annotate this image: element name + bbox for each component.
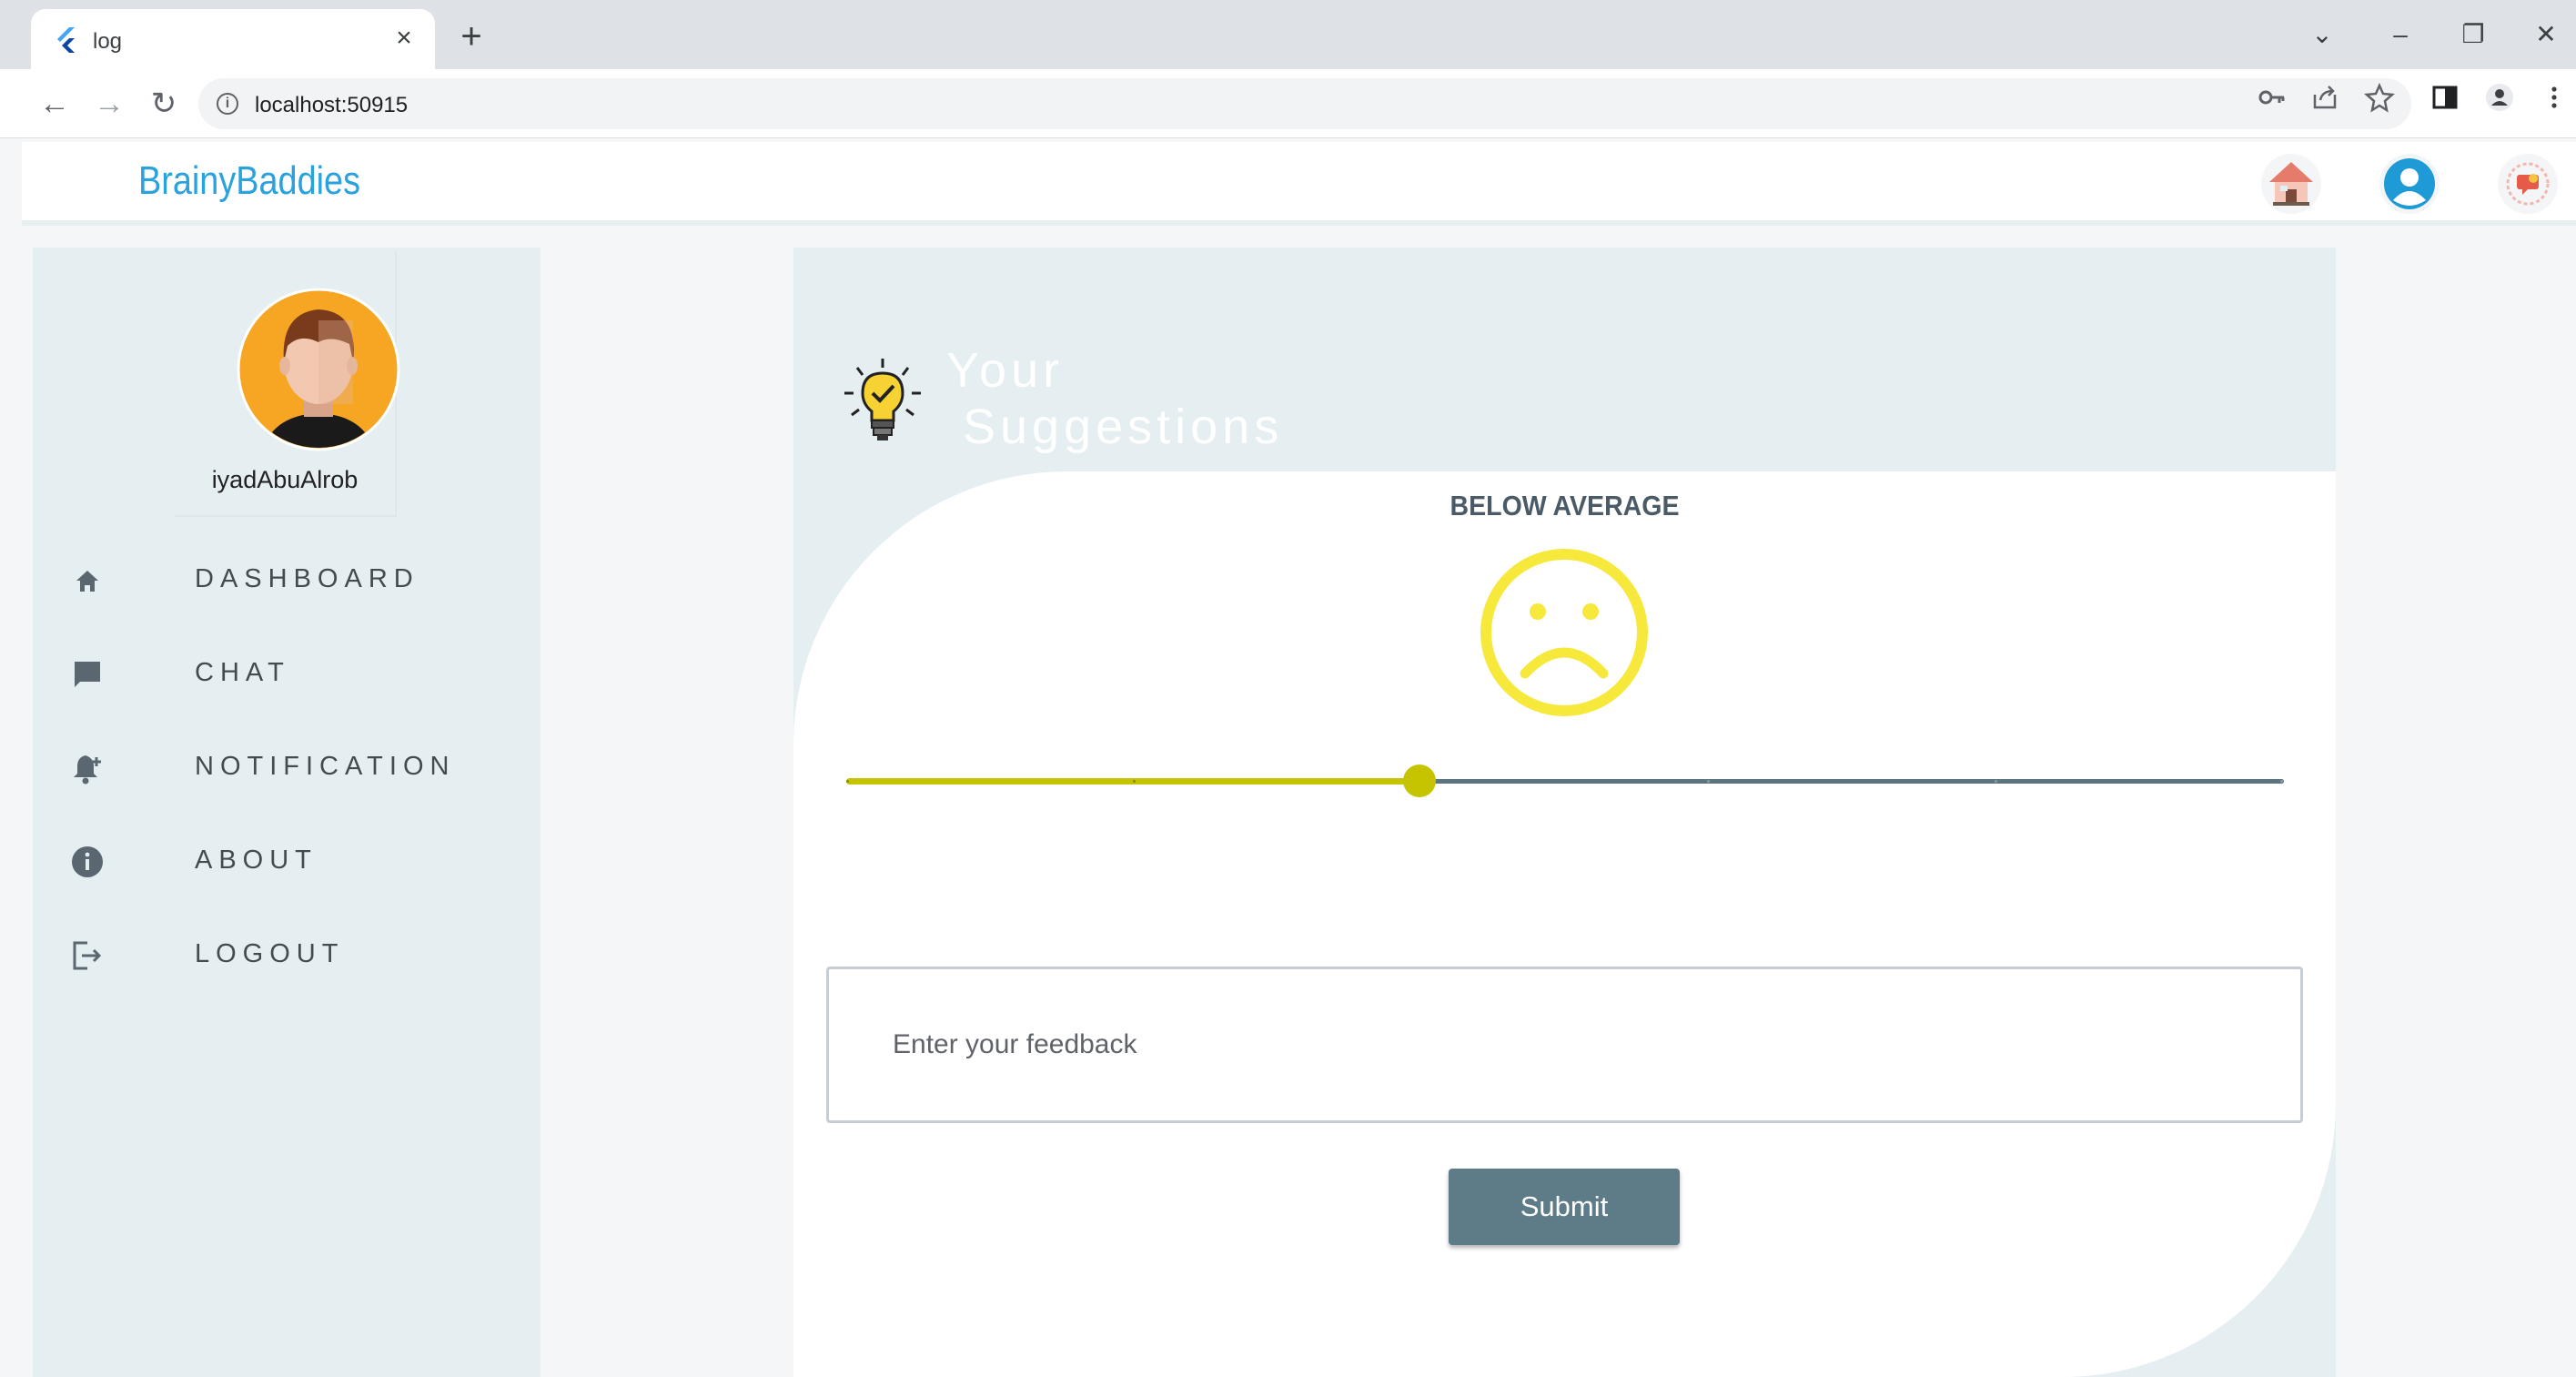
sidebar-item-label: LOGOUT [195, 939, 345, 968]
address-bar[interactable]: i localhost:50915 [198, 78, 2411, 129]
sidebar-item-logout[interactable]: LOGOUT [69, 926, 524, 981]
chat-badge-icon[interactable] [2497, 153, 2559, 215]
browser-tab-strip: log × + ⌄ – ❐ ✕ [0, 0, 2576, 69]
new-tab-button[interactable]: + [451, 16, 491, 56]
sidebar-item-chat[interactable]: CHAT [69, 645, 524, 700]
info-icon [72, 846, 103, 877]
close-window-button[interactable]: ✕ [2519, 13, 2573, 56]
avatar[interactable] [237, 288, 400, 451]
slider-tick [846, 780, 849, 783]
sidebar-item-label: DASHBOARD [195, 564, 419, 593]
slider-inactive-track [1419, 779, 2284, 784]
minimize-button[interactable]: – [2373, 13, 2428, 56]
feedback-input[interactable] [826, 967, 2303, 1123]
app-header: BrainyBaddies [22, 142, 2576, 226]
forward-button[interactable]: → [89, 84, 129, 124]
slider-tick [1707, 780, 1710, 783]
account-icon[interactable] [2379, 153, 2440, 215]
card-header: Your Suggestions [793, 248, 2336, 471]
card-body: BELOW AVERAGE Submit [793, 471, 2336, 1377]
profile-icon[interactable] [2484, 82, 2515, 113]
star-icon[interactable] [2364, 82, 2395, 113]
profile-card: iyadAbuAlrob [175, 251, 400, 517]
sidebar-item-label: CHAT [195, 658, 290, 687]
url-text: localhost:50915 [255, 93, 409, 117]
share-icon[interactable] [2309, 82, 2340, 113]
page-title-line1: Your [946, 343, 1065, 398]
notification-add-icon [74, 755, 101, 785]
tab-close-icon[interactable]: × [388, 22, 420, 55]
back-button[interactable]: ← [35, 84, 75, 124]
slider-thumb[interactable] [1403, 764, 1436, 797]
slider-tick [2280, 780, 2283, 783]
page-title-line2: Suggestions [963, 400, 1284, 454]
submit-button[interactable]: Submit [1449, 1169, 1680, 1245]
rating-slider[interactable] [846, 763, 2284, 799]
site-info-icon[interactable]: i [217, 93, 238, 115]
sidebar-icon[interactable] [2430, 82, 2460, 113]
tab-search-button[interactable]: ⌄ [2295, 13, 2349, 56]
sidebar-item-about[interactable]: ABOUT [69, 833, 524, 887]
slider-tick [1995, 780, 1997, 783]
logout-icon [73, 941, 102, 970]
restore-button[interactable]: ❐ [2446, 13, 2500, 56]
sidebar-item-label: ABOUT [195, 845, 318, 875]
sidebar-item-notification[interactable]: NOTIFICATION [69, 739, 524, 794]
sad-face-icon [1480, 549, 1648, 716]
flutter-icon [57, 27, 75, 53]
brand-logo[interactable]: BrainyBaddies [138, 158, 360, 204]
key-icon[interactable] [2257, 82, 2288, 113]
username: iyadAbuAlrob [211, 466, 359, 493]
rating-label: BELOW AVERAGE [1450, 490, 1680, 521]
tab-title: log [93, 29, 123, 54]
lightbulb-icon [844, 359, 921, 440]
browser-tab[interactable]: log × [31, 9, 435, 69]
address-toolbar: ← → ↻ i localhost:50915 [0, 69, 2576, 138]
reload-button[interactable]: ↻ [144, 84, 184, 124]
sidebar: iyadAbuAlrob DASHBOARD CHAT NOTIFICATION… [33, 248, 540, 1377]
home-icon[interactable] [2260, 153, 2322, 215]
chat-icon [75, 662, 100, 687]
sidebar-item-label: NOTIFICATION [195, 752, 456, 781]
slider-tick [1133, 780, 1136, 783]
sidebar-item-dashboard[interactable]: DASHBOARD [69, 552, 524, 606]
menu-icon[interactable] [2539, 82, 2570, 113]
suggestions-card: Your Suggestions BELOW AVERAGE Submit [793, 248, 2336, 1377]
home-icon [76, 571, 98, 592]
